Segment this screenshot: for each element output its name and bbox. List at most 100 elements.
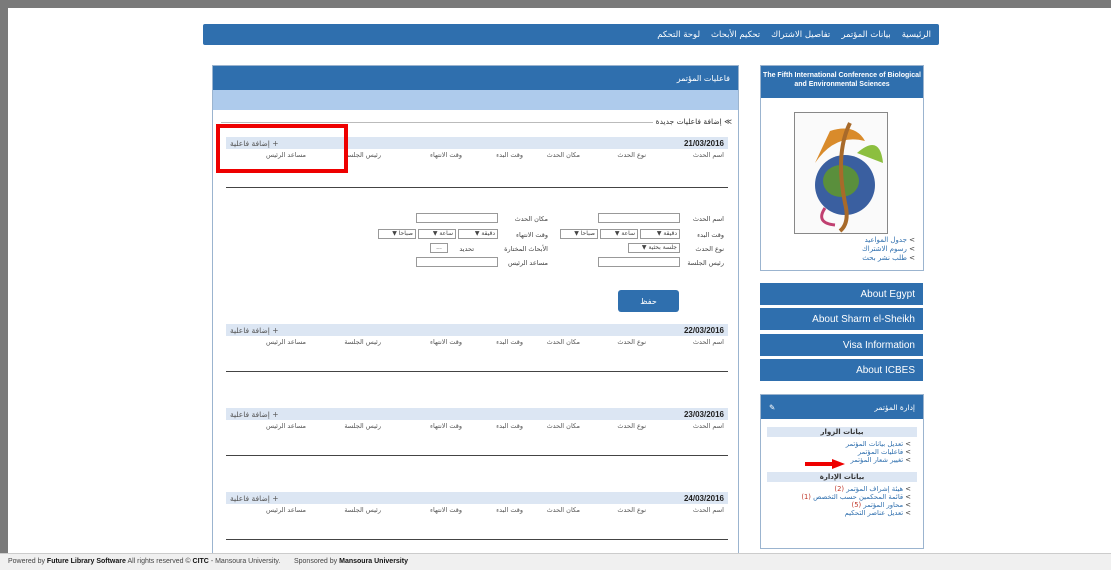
start-ampm-select[interactable]: صباحا ▼ (560, 229, 598, 239)
event-type-select[interactable]: جلسة بحثية ▼ (628, 243, 680, 253)
col-event-name: اسم الحدث (692, 422, 724, 430)
visa-info-button[interactable]: Visa Information (760, 334, 923, 356)
add-event-link[interactable]: + إضافة فاعلية (230, 494, 279, 503)
admin-title: إدارة المؤتمر (874, 402, 915, 412)
highlight-box (216, 124, 348, 173)
pin-icon: ✎ (769, 402, 776, 412)
end-minute-select[interactable]: دقيقة ▼ (458, 229, 498, 239)
save-button[interactable]: حفظ (618, 290, 679, 312)
col-event-place: مكان الحدث (546, 506, 580, 514)
event-place-label: مكان الحدث (514, 215, 548, 223)
event-name-input[interactable] (598, 213, 680, 223)
link-paper-request[interactable]: طلب نشر بحث (862, 254, 915, 263)
divider (226, 187, 728, 188)
chair-assistant-input[interactable] (416, 257, 498, 267)
col-end-time: وقت الانتهاء (429, 338, 462, 346)
day-block: 24/03/2016 + إضافة فاعلية اسم الحدث نوع ا… (226, 492, 728, 540)
day-date: 23/03/2016 (683, 409, 724, 419)
col-event-name: اسم الحدث (692, 338, 724, 346)
col-end-time: وقت الانتهاء (429, 506, 462, 514)
footer-sponsored: Sponsored by (293, 558, 338, 565)
event-name-label: اسم الحدث (692, 215, 724, 223)
column-headers: اسم الحدث نوع الحدث مكان الحدث وقت البدء… (226, 504, 728, 516)
nav-subscription[interactable]: تفاصيل الاشتراك (771, 30, 830, 40)
start-minute-select[interactable]: دقيقة ▼ (640, 229, 680, 239)
col-event-place: مكان الحدث (546, 422, 580, 430)
start-hour-select[interactable]: ساعة ▼ (600, 229, 638, 239)
col-event-name: اسم الحدث (692, 151, 724, 159)
col-event-type: نوع الحدث (617, 151, 646, 159)
nav-conference-data[interactable]: بيانات المؤتمر (841, 30, 890, 40)
column-headers: اسم الحدث نوع الحدث مكان الحدث وقت البدء… (226, 336, 728, 348)
nav-review[interactable]: تحكيم الأبحاث (711, 30, 760, 40)
admin-group-title: بيانات الإدارة (767, 472, 917, 482)
column-headers: اسم الحدث نوع الحدث مكان الحدث وقت البدء… (226, 420, 728, 432)
col-start-time: وقت البدء (496, 338, 523, 346)
chosen-papers-label: الأبحاث المختارة (504, 245, 548, 253)
event-place-input[interactable] (416, 213, 498, 223)
add-event-link[interactable]: + إضافة فاعلية (230, 326, 279, 335)
footer-sponsor[interactable]: Mansoura University (339, 558, 408, 565)
end-ampm-select[interactable]: صباحا ▼ (378, 229, 416, 239)
admin-links: هيئة إشراف المؤتمر (2) قائمة المحكمين حس… (761, 485, 923, 517)
link-supervision[interactable]: هيئة إشراف المؤتمر (2) (761, 485, 911, 493)
visitors-group-title: بيانات الزوار (767, 427, 917, 437)
link-review-items[interactable]: تعديل عناصر التحكيم (761, 509, 911, 517)
col-chair-assistant: مساعد الرئيس (265, 422, 306, 430)
nav-dashboard[interactable]: لوحة التحكم (657, 30, 700, 40)
select-label: تحديد (459, 245, 474, 253)
col-chair-assistant: مساعد الرئيس (265, 338, 306, 346)
link-topics[interactable]: محاور المؤتمر (5) (761, 501, 911, 509)
footer-rights: All rights reserved © (127, 558, 191, 565)
col-start-time: وقت البدء (496, 422, 523, 430)
footer: Powered by Future Library Software All r… (0, 553, 1111, 570)
conference-title: The Fifth International Conference of Bi… (761, 66, 923, 98)
col-end-time: وقت الانتهاء (429, 151, 462, 159)
col-event-type: نوع الحدث (617, 422, 646, 430)
select-papers-button[interactable]: ... (430, 243, 448, 253)
divider (226, 455, 728, 456)
link-schedule[interactable]: جدول المواعيد (862, 236, 915, 245)
end-hour-select[interactable]: ساعة ▼ (418, 229, 456, 239)
col-chair-assistant: مساعد الرئيس (265, 506, 306, 514)
red-arrow-icon (805, 459, 845, 469)
col-start-time: وقت البدء (496, 151, 523, 159)
new-events-toggle[interactable]: ≫ إضافة فاعليات جديدة (652, 117, 732, 126)
col-event-name: اسم الحدث (692, 506, 724, 514)
link-events[interactable]: فاعليات المؤتمر (761, 448, 911, 456)
conference-logo (794, 112, 888, 234)
add-event-link[interactable]: + إضافة فاعلية (230, 410, 279, 419)
start-time-label: وقت البدء (697, 231, 724, 239)
col-event-type: نوع الحدث (617, 338, 646, 346)
footer-citc[interactable]: CITC (193, 558, 209, 565)
about-sharm-button[interactable]: About Sharm el-Sheikh (760, 308, 923, 330)
about-egypt-button[interactable]: About Egypt (760, 283, 923, 305)
col-session-chair: رئيس الجلسة (344, 338, 381, 346)
col-end-time: وقت الانتهاء (429, 422, 462, 430)
top-nav: الرئيسية بيانات المؤتمر تفاصيل الاشتراك … (203, 24, 939, 45)
end-time-label: وقت الانتهاء (515, 231, 548, 239)
admin-box: إدارة المؤتمر ✎ بيانات الزوار تعديل بيان… (760, 394, 924, 549)
panel-title: فاعليات المؤتمر (676, 73, 730, 83)
conference-box: The Fifth International Conference of Bi… (760, 65, 924, 271)
day-date: 24/03/2016 (683, 493, 724, 503)
col-start-time: وقت البدء (496, 506, 523, 514)
link-edit-conference[interactable]: تعديل بيانات المؤتمر (761, 440, 911, 448)
page-frame: الرئيسية بيانات المؤتمر تفاصيل الاشتراك … (8, 8, 1111, 570)
about-icbes-button[interactable]: About ICBES (760, 359, 923, 381)
link-reviewers[interactable]: قائمة المحكمين حسب التخصص (1) (761, 493, 911, 501)
session-chair-label: رئيس الجلسة (687, 259, 724, 267)
new-events-fieldset: ≫ إضافة فاعليات جديدة (221, 117, 732, 126)
day-block: 22/03/2016 + إضافة فاعلية اسم الحدث نوع ا… (226, 324, 728, 372)
footer-powered: Powered by (8, 558, 45, 565)
col-event-type: نوع الحدث (617, 506, 646, 514)
col-session-chair: رئيس الجلسة (344, 151, 381, 159)
session-chair-input[interactable] (598, 257, 680, 267)
link-fees[interactable]: رسوم الاشتراك (862, 245, 915, 254)
day-date: 21/03/2016 (683, 138, 724, 148)
col-event-place: مكان الحدث (546, 151, 580, 159)
footer-software[interactable]: Future Library Software (47, 558, 126, 565)
nav-home[interactable]: الرئيسية (902, 30, 931, 40)
day-date: 22/03/2016 (683, 325, 724, 335)
col-event-place: مكان الحدث (546, 338, 580, 346)
